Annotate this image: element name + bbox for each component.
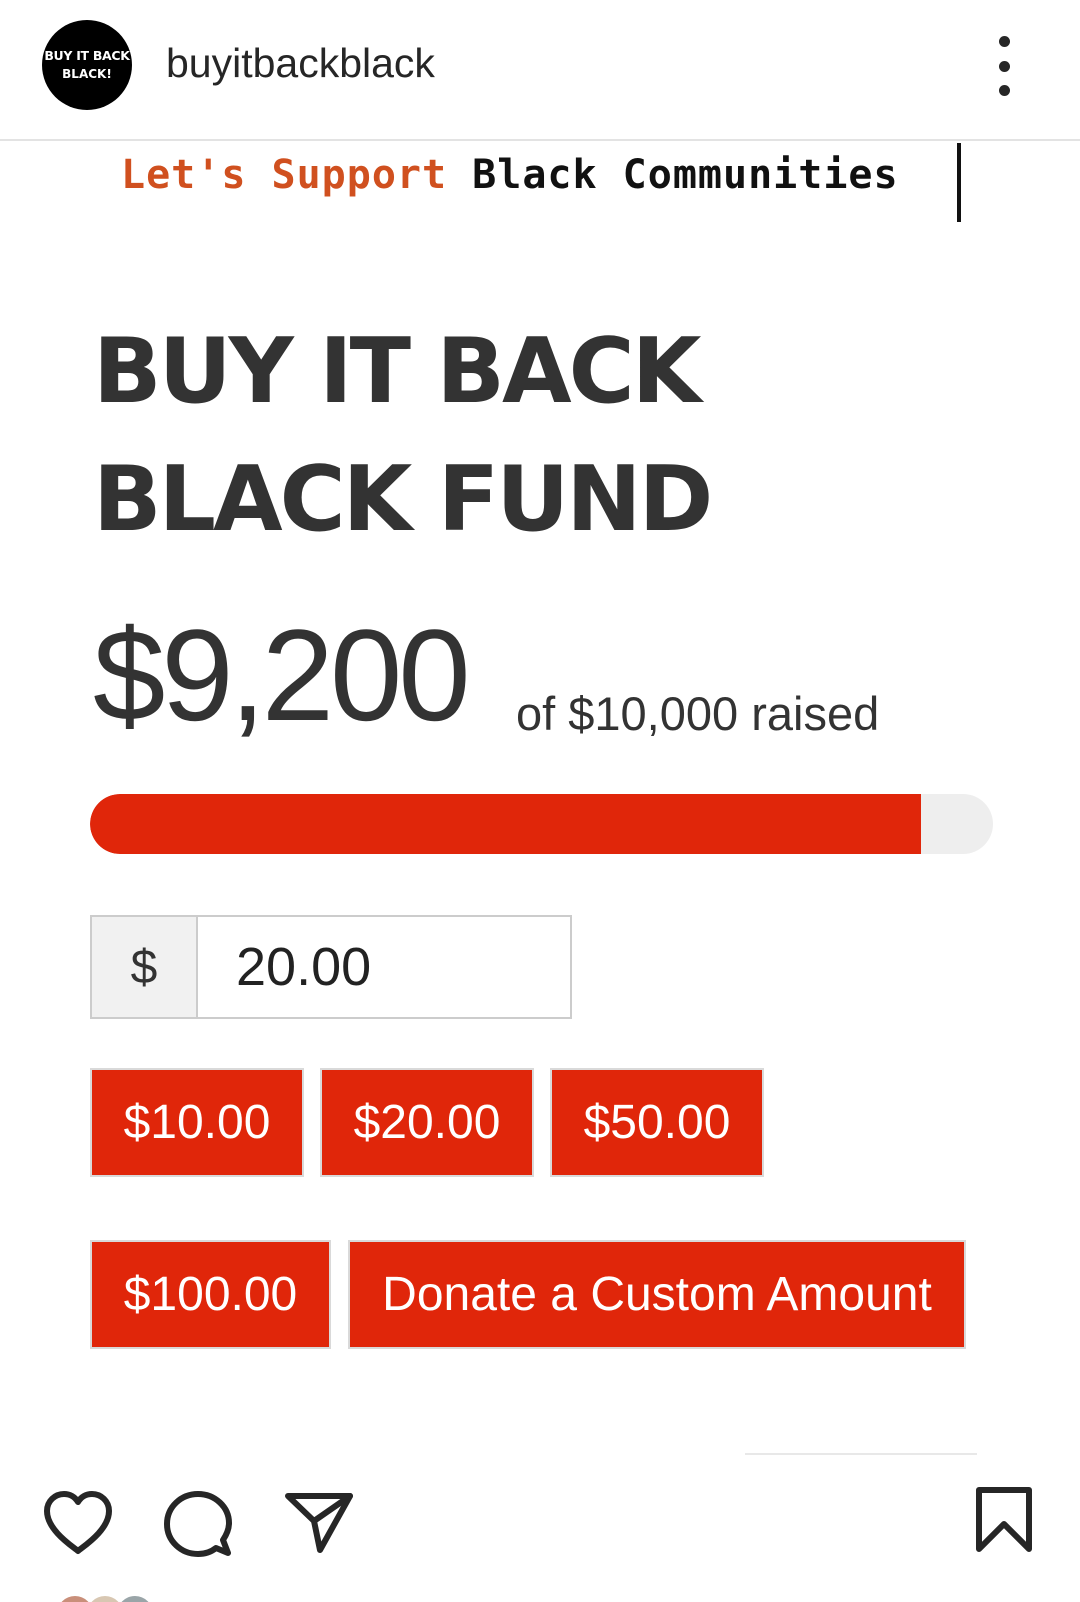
dot xyxy=(998,60,1010,72)
username-link[interactable]: buyitbackblack xyxy=(166,40,435,87)
currency-prefix: $ xyxy=(92,917,198,1017)
text-cursor xyxy=(957,143,961,222)
preset-amount-20-button[interactable]: $20.00 xyxy=(320,1068,534,1177)
donation-amount-field: $ xyxy=(90,915,572,1019)
dot xyxy=(998,36,1010,47)
raised-amount: $9,200 xyxy=(93,602,471,748)
dot xyxy=(998,85,1010,96)
preset-amount-100-button[interactable]: $100.00 xyxy=(90,1240,331,1349)
progress-fill xyxy=(90,794,921,854)
tagline-text: Black Communities xyxy=(472,152,899,198)
divider xyxy=(745,1453,977,1455)
donate-custom-amount-button[interactable]: Donate a Custom Amount xyxy=(348,1240,966,1349)
liker-avatar xyxy=(115,1594,155,1602)
preset-amount-10-button[interactable]: $10.00 xyxy=(90,1068,304,1177)
heart-icon[interactable] xyxy=(42,1490,114,1556)
bookmark-icon[interactable] xyxy=(974,1486,1034,1554)
goal-text: of $10,000 raised xyxy=(516,687,880,740)
fund-title: BUY IT BACK BLACK FUND xyxy=(93,308,993,564)
avatar-text-line2: BLACK! xyxy=(62,67,112,81)
fund-title-line2: BLACK FUND xyxy=(93,447,713,552)
tagline-highlight: Let's Support xyxy=(121,152,448,198)
share-icon[interactable] xyxy=(284,1490,354,1556)
liked-by-avatars[interactable] xyxy=(55,1594,185,1602)
comment-icon[interactable] xyxy=(163,1490,233,1560)
tagline: Let's Support Black Communities xyxy=(121,152,899,198)
preset-amount-50-button[interactable]: $50.00 xyxy=(550,1068,764,1177)
fund-title-line1: BUY IT BACK xyxy=(93,319,701,424)
donation-amount-input[interactable] xyxy=(198,917,570,1017)
fundraising-progress-bar xyxy=(90,794,993,854)
post-header: BUY IT BACK BLACK! buyitbackblack xyxy=(0,0,1080,141)
avatar-text-line1: BUY IT BACK xyxy=(44,48,130,63)
more-options-icon[interactable] xyxy=(990,36,1018,96)
profile-avatar[interactable]: BUY IT BACK BLACK! xyxy=(42,20,132,110)
